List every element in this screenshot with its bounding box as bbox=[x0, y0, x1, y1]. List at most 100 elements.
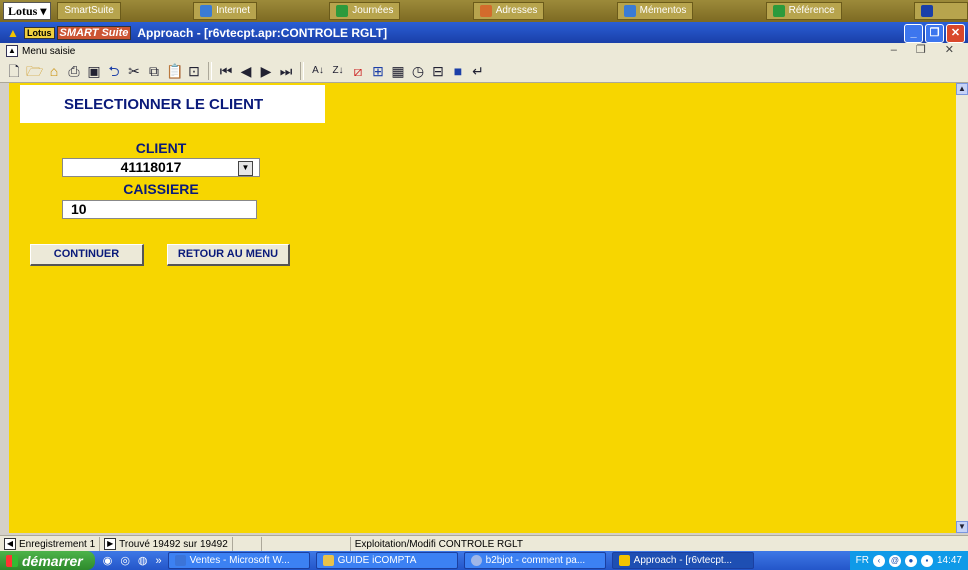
tray-security-icon[interactable]: ● bbox=[904, 554, 917, 567]
quicklaunch-more-icon[interactable]: » bbox=[156, 555, 162, 567]
chevron-down-icon[interactable]: ▼ bbox=[238, 161, 253, 176]
view-text: Exploitation/Modifi CONTROLE RGLT bbox=[354, 538, 523, 550]
client-label: CLIENT bbox=[135, 140, 187, 156]
browser-icon bbox=[470, 555, 482, 566]
globe-icon bbox=[200, 5, 213, 17]
tray-network-icon[interactable]: @ bbox=[888, 554, 901, 567]
task-label: b2bjot - comment pa... bbox=[485, 555, 586, 566]
start-button[interactable]: démarrer bbox=[0, 551, 95, 570]
suite-tab-reference[interactable]: Référence bbox=[765, 2, 842, 20]
task-b2bjot[interactable]: b2bjot - comment pa... bbox=[463, 552, 606, 569]
suite-tab-label: Référence bbox=[788, 5, 835, 16]
print-icon[interactable]: ⎙ bbox=[66, 63, 82, 79]
checkmark-icon bbox=[772, 5, 785, 17]
suite-tab-internet[interactable]: Internet bbox=[193, 2, 258, 20]
quicklaunch-ie-icon[interactable]: ◉ bbox=[103, 554, 113, 567]
windows-logo-icon bbox=[6, 554, 18, 567]
task-label: GUIDE iCOMPTA bbox=[337, 555, 417, 566]
quicklaunch-app-icon[interactable]: ◍ bbox=[138, 554, 148, 567]
clock: 14:47 bbox=[936, 555, 962, 566]
last-record-icon[interactable]: ⏭ bbox=[278, 63, 294, 79]
approach-icon bbox=[618, 555, 630, 566]
approach-app-icon[interactable]: ▲ bbox=[6, 26, 20, 40]
first-record-icon[interactable]: ⏮ bbox=[218, 63, 234, 79]
statusbar: ◀ Enregistrement 1 ▶ Trouvé 19492 sur 19… bbox=[0, 535, 968, 552]
sort-desc-icon[interactable]: Z↓ bbox=[330, 63, 346, 79]
time-icon[interactable]: ◷ bbox=[410, 63, 426, 79]
next-record-icon[interactable]: ▶ bbox=[258, 63, 274, 79]
record-arrow-icon: ◀ bbox=[4, 538, 16, 550]
suite-tray-icon bbox=[921, 5, 934, 17]
open-icon[interactable]: 🗁 bbox=[26, 63, 43, 79]
window-titlebar: ▲ Lotus SMART Suite Approach - [r6vtecpt… bbox=[0, 22, 968, 43]
suite-tab-mementos[interactable]: Mémentos bbox=[616, 2, 694, 20]
client-value: 41118017 bbox=[120, 159, 182, 175]
found-text: Trouvé 19492 sur 19492 bbox=[119, 538, 228, 550]
mdi-window-controls[interactable]: – ❐ ✕ bbox=[891, 43, 962, 56]
task-guide[interactable]: GUIDE iCOMPTA bbox=[315, 552, 458, 569]
suite-tab-label: Journées bbox=[352, 5, 394, 16]
caissiere-label: CAISSIERE bbox=[123, 181, 199, 197]
start-label: démarrer bbox=[22, 552, 83, 569]
view-indicator[interactable]: Exploitation/Modifi CONTROLE RGLT bbox=[351, 537, 527, 551]
menu-saisie-label: Menu saisie bbox=[22, 45, 76, 57]
word-icon bbox=[174, 555, 186, 566]
suite-tab-journees[interactable]: Journées bbox=[329, 2, 401, 20]
find-icon[interactable]: ⊡ bbox=[186, 63, 202, 79]
lotus-menu-button[interactable]: Lotus ▾ bbox=[3, 2, 52, 20]
menu-saisie[interactable]: ▲ Menu saisie bbox=[6, 45, 75, 57]
suite-tab-smartsuite[interactable]: SmartSuite bbox=[57, 2, 121, 20]
toolbar-separator bbox=[208, 61, 212, 80]
prev-record-icon[interactable]: ◀ bbox=[238, 63, 254, 79]
quicklaunch-browser-icon[interactable]: ◎ bbox=[120, 554, 130, 567]
status-cell-empty bbox=[233, 537, 262, 551]
paste-icon[interactable]: 📋 bbox=[166, 63, 183, 79]
enter-icon[interactable]: ↵ bbox=[470, 63, 486, 79]
suite-tab-adresses[interactable]: Adresses bbox=[472, 2, 545, 20]
database-icon[interactable]: ■ bbox=[450, 63, 466, 79]
tray-back-icon[interactable]: ‹ bbox=[872, 554, 885, 567]
caissiere-input[interactable]: 10 bbox=[62, 200, 257, 219]
suite-tab-label: Adresses bbox=[495, 5, 538, 16]
copy-icon[interactable]: ⧉ bbox=[146, 63, 162, 79]
folder-icon bbox=[322, 555, 334, 566]
query-icon[interactable]: ⧄ bbox=[350, 63, 366, 79]
document-icon: ▲ bbox=[6, 45, 18, 57]
continue-button[interactable]: CONTINUER bbox=[30, 244, 144, 266]
task-word[interactable]: Ventes - Microsoft W... bbox=[167, 552, 310, 569]
preview-icon[interactable]: ▣ bbox=[86, 63, 102, 79]
undo-icon[interactable]: ⮌ bbox=[106, 63, 122, 79]
suite-tray[interactable] bbox=[914, 2, 968, 20]
suite-tab-label: Internet bbox=[216, 5, 251, 16]
record-indicator[interactable]: ◀ Enregistrement 1 bbox=[0, 537, 101, 551]
form-icon[interactable]: ⊟ bbox=[430, 63, 446, 79]
vertical-scrollbar[interactable]: ▲ ▼ bbox=[956, 83, 968, 533]
found-arrow-icon: ▶ bbox=[104, 538, 117, 550]
toolbar-separator bbox=[300, 61, 304, 80]
new-icon[interactable]: 🗋 bbox=[6, 63, 22, 79]
open-folder-icon[interactable]: ⌂ bbox=[46, 63, 62, 79]
found-indicator[interactable]: ▶ Trouvé 19492 sur 19492 bbox=[100, 537, 233, 551]
smartsuite-bar: Lotus ▾ SmartSuite Internet Journées Adr… bbox=[0, 0, 968, 22]
minimize-button[interactable]: _ bbox=[904, 24, 923, 43]
cut-icon[interactable]: ✂ bbox=[126, 63, 142, 79]
scroll-down-icon[interactable]: ▼ bbox=[956, 521, 968, 533]
restore-button[interactable]: ❐ bbox=[925, 24, 944, 43]
address-book-icon bbox=[479, 5, 492, 17]
task-approach[interactable]: Approach - [r6vtecpt... bbox=[611, 552, 754, 569]
language-indicator[interactable]: FR bbox=[856, 555, 869, 566]
page-title: SELECTIONNER LE CLIENT bbox=[20, 85, 325, 123]
find-sort-icon[interactable]: ⊞ bbox=[370, 63, 386, 79]
system-tray: FR ‹ @ ● ▪ 14:47 bbox=[849, 551, 968, 570]
lotus-label: Lotus bbox=[8, 4, 38, 18]
sort-asc-icon[interactable]: A↓ bbox=[310, 63, 326, 79]
client-dropdown[interactable]: 41118017 ▼ bbox=[62, 158, 260, 177]
tray-display-icon[interactable]: ▪ bbox=[920, 554, 933, 567]
scroll-up-icon[interactable]: ▲ bbox=[956, 83, 968, 95]
menu-return-button[interactable]: RETOUR AU MENU bbox=[167, 244, 290, 266]
status-cell-empty bbox=[262, 537, 351, 551]
close-button[interactable]: ✕ bbox=[946, 24, 965, 43]
suite-tab-label: Mémentos bbox=[639, 5, 687, 16]
calendar-icon bbox=[336, 5, 349, 17]
date-icon[interactable]: ▦ bbox=[390, 63, 406, 79]
